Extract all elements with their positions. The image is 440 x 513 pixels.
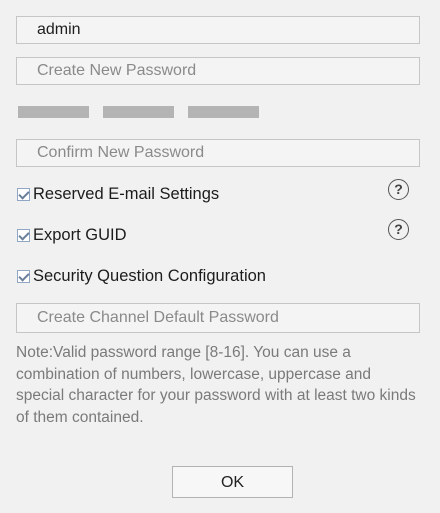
export-guid-label: Export GUID [33,225,127,244]
export-guid-option[interactable]: Export GUID [17,225,127,245]
security-question-label: Security Question Configuration [33,266,266,285]
question-circle-icon[interactable]: ? [388,179,409,200]
channel-default-password-field[interactable] [16,303,420,333]
new-password-field[interactable] [16,57,420,85]
export-guid-checkbox[interactable] [17,228,30,242]
reserved-email-checkbox[interactable] [17,187,30,201]
reserved-email-option[interactable]: Reserved E-mail Settings [17,184,219,204]
reserved-email-label: Reserved E-mail Settings [33,184,220,203]
question-circle-icon[interactable]: ? [388,219,409,240]
security-question-checkbox[interactable] [17,269,30,283]
strength-bar-weak [18,106,89,118]
strength-bar-strong [188,106,259,118]
strength-bar-medium [103,106,174,118]
password-note: Note:Valid password range [8-16]. You ca… [16,344,416,426]
security-question-option[interactable]: Security Question Configuration [17,266,266,286]
confirm-password-field[interactable] [16,139,420,167]
ok-button[interactable]: OK [172,466,293,498]
username-field[interactable] [16,16,420,44]
